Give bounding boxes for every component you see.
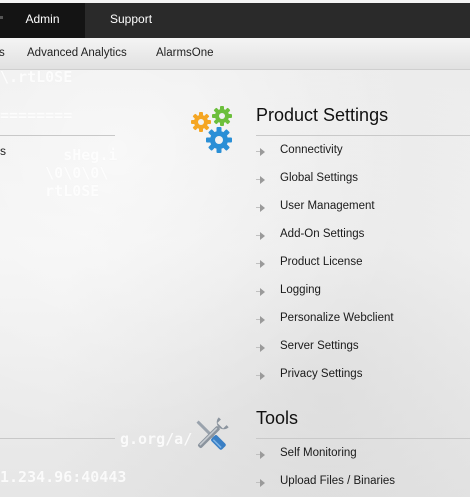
arrow-right-icon <box>256 316 265 324</box>
link-label: Add-On Settings <box>280 228 365 240</box>
arrow-right-icon <box>256 232 265 240</box>
link-label: Product License <box>280 256 363 268</box>
section-divider <box>256 438 470 439</box>
top-navigation-bar: Admin Support <box>0 0 470 38</box>
subnav-item-advanced-analytics[interactable]: Advanced Analytics <box>27 38 127 69</box>
section-divider <box>256 135 470 136</box>
link-label: Global Settings <box>280 172 358 184</box>
link-label: User Management <box>280 200 375 212</box>
arrow-right-icon <box>256 148 265 156</box>
left-partial-link[interactable]: s <box>0 144 6 158</box>
arrow-right-icon <box>256 204 265 212</box>
arrow-right-icon <box>256 451 265 459</box>
link-label: Self Monitoring <box>280 447 357 459</box>
sub-navigation-bar: s Advanced Analytics AlarmsOne <box>0 38 470 70</box>
tab-marker <box>0 16 3 19</box>
arrow-right-icon <box>256 344 265 352</box>
page-background <box>0 0 470 497</box>
left-section-divider <box>0 438 115 439</box>
link-label: Logging <box>280 284 321 296</box>
left-section-divider <box>0 135 115 136</box>
section-title-product-settings: Product Settings <box>256 105 389 125</box>
tab-admin[interactable]: Admin <box>0 3 85 38</box>
arrow-right-icon <box>256 260 265 268</box>
link-label: Connectivity <box>280 144 343 156</box>
wrench-screwdriver-icon <box>190 414 232 456</box>
link-label: Upload Files / Binaries <box>280 475 396 487</box>
arrow-right-icon <box>256 176 265 184</box>
link-label: Privacy Settings <box>280 368 363 380</box>
arrow-right-icon <box>256 372 265 380</box>
tab-support[interactable]: Support <box>110 3 152 38</box>
tab-admin-label: Admin <box>25 12 60 26</box>
link-label: Personalize Webclient <box>280 312 394 324</box>
tab-support-label: Support <box>110 12 153 26</box>
subnav-item-alarmsone[interactable]: AlarmsOne <box>156 38 214 69</box>
section-title-tools: Tools <box>256 408 299 428</box>
subnav-item-truncated[interactable]: s <box>0 38 5 69</box>
arrow-right-icon <box>256 288 265 296</box>
arrow-right-icon <box>256 479 265 487</box>
gears-icon <box>190 105 236 155</box>
link-label: Server Settings <box>280 340 359 352</box>
